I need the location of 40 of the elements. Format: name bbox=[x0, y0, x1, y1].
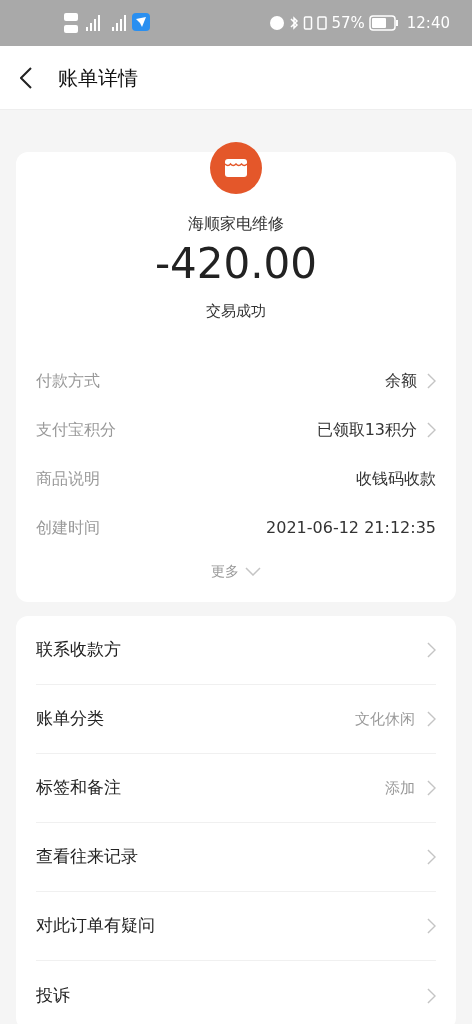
detail-label: 付款方式 bbox=[36, 370, 100, 392]
detail-value[interactable]: 已领取13积分 bbox=[316, 418, 417, 442]
menu-label: 联系收款方 bbox=[36, 638, 121, 662]
chevron-right-icon bbox=[427, 987, 436, 1004]
battery-percent: 57% bbox=[331, 12, 365, 34]
chevron-right-icon bbox=[427, 373, 436, 389]
menu-item[interactable]: 账单分类 文化休闲 bbox=[36, 685, 436, 754]
menu-value: 添加 bbox=[385, 777, 415, 799]
menu-item[interactable]: 投诉 bbox=[36, 961, 436, 1024]
battery-icon bbox=[368, 15, 399, 31]
menu-label: 对此订单有疑问 bbox=[36, 914, 155, 938]
chevron-right-icon bbox=[427, 642, 436, 658]
back-icon[interactable] bbox=[20, 66, 32, 89]
detail-value: 2021-06-12 21:12:35 bbox=[266, 517, 436, 539]
menu-item[interactable]: 标签和备注 添加 bbox=[36, 754, 436, 823]
chevron-right-icon bbox=[427, 918, 436, 934]
clock: 12:40 bbox=[406, 12, 450, 34]
detail-value: 收钱码收款 bbox=[356, 468, 436, 490]
chevron-right-icon bbox=[427, 780, 436, 796]
detail-label: 商品说明 bbox=[36, 468, 100, 490]
menu-item[interactable]: 查看往来记录 bbox=[36, 823, 436, 892]
menu-item[interactable]: 对此订单有疑问 bbox=[36, 892, 436, 961]
menu-label: 账单分类 bbox=[36, 707, 104, 731]
menu-label: 标签和备注 bbox=[36, 776, 121, 800]
menu-label: 投诉 bbox=[36, 983, 70, 1007]
chevron-down-icon bbox=[245, 566, 261, 576]
detail-label: 支付宝积分 bbox=[36, 419, 116, 441]
transaction-status: 交易成功 bbox=[206, 301, 266, 322]
chevron-right-icon bbox=[427, 422, 436, 438]
menu-item[interactable]: 联系收款方 bbox=[36, 616, 436, 685]
amount: -420.00 bbox=[154, 238, 318, 290]
chevron-right-icon bbox=[427, 711, 436, 727]
bluetooth-icon bbox=[289, 15, 300, 31]
menu-label: 查看往来记录 bbox=[36, 845, 138, 869]
chevron-right-icon bbox=[427, 849, 436, 865]
detail-value[interactable]: 余额 bbox=[385, 369, 417, 393]
detail-label: 创建时间 bbox=[36, 517, 100, 539]
menu-value: 文化休闲 bbox=[355, 708, 415, 730]
merchant-name: 海顺家电维修 bbox=[188, 213, 284, 235]
page-title: 账单详情 bbox=[58, 64, 138, 92]
